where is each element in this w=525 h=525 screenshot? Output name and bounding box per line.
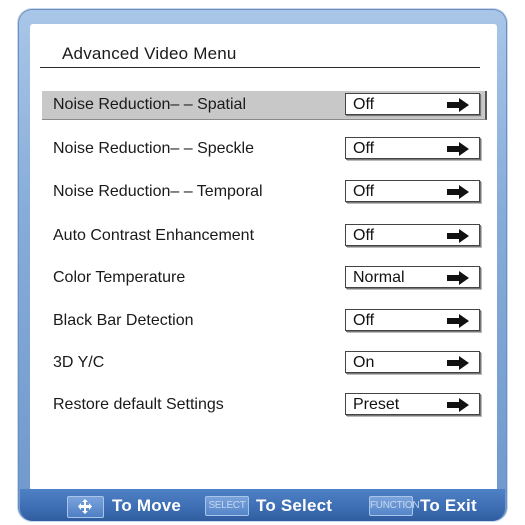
right-arrow-icon: [447, 271, 469, 285]
value-text: Off: [353, 96, 375, 113]
right-arrow-icon: [447, 398, 469, 412]
four-way-arrow-icon: [67, 496, 104, 518]
menu-item-restore-default-settings[interactable]: Restore default Settings Preset: [42, 391, 485, 419]
menu-item-label: 3D Y/C: [53, 354, 105, 371]
value-field[interactable]: Off: [345, 180, 480, 202]
menu-item-auto-contrast-enhancement[interactable]: Auto Contrast Enhancement Off: [42, 222, 485, 250]
value-text: Off: [353, 312, 375, 329]
menu-item-3d-yc[interactable]: 3D Y/C On: [42, 349, 485, 377]
right-arrow-icon: [447, 356, 469, 370]
value-text: Off: [353, 227, 375, 244]
menu-item-label: Auto Contrast Enhancement: [53, 227, 255, 244]
menu-item-label: Color Temperature: [53, 269, 186, 286]
menu-item-noise-reduction-temporal[interactable]: Noise Reduction– – Temporal Off: [42, 178, 485, 206]
select-hint: To Select: [256, 496, 333, 515]
menu-item-label: Restore default Settings: [53, 396, 224, 413]
move-hint: To Move: [112, 496, 182, 515]
menu-item-label: Black Bar Detection: [53, 312, 194, 329]
menu-item-black-bar-detection[interactable]: Black Bar Detection Off: [42, 307, 485, 335]
value-field[interactable]: Off: [345, 224, 480, 246]
menu-item-color-temperature[interactable]: Color Temperature Normal: [42, 264, 485, 292]
osd-screen: Advanced Video Menu Noise Reduction– – S…: [0, 0, 525, 525]
value-field[interactable]: On: [345, 351, 480, 373]
value-field[interactable]: Normal: [345, 266, 480, 288]
menu-item-label: Noise Reduction– – Temporal: [53, 183, 263, 200]
right-arrow-icon: [447, 314, 469, 328]
value-text: Preset: [353, 396, 400, 413]
menu-title: Advanced Video Menu: [62, 44, 237, 63]
advanced-video-menu-panel: Advanced Video Menu Noise Reduction– – S…: [30, 24, 497, 491]
value-field[interactable]: Preset: [345, 393, 480, 415]
value-text: On: [353, 354, 375, 371]
value-text: Normal: [353, 269, 405, 286]
menu-item-noise-reduction-spatial[interactable]: Noise Reduction– – Spatial Off: [42, 91, 487, 120]
right-arrow-icon: [447, 185, 469, 199]
value-text: Off: [353, 183, 375, 200]
value-text: Off: [353, 140, 375, 157]
right-arrow-icon: [447, 229, 469, 243]
menu-item-label: Noise Reduction– – Speckle: [53, 140, 255, 157]
right-arrow-icon: [447, 142, 469, 156]
select-key-label: SELECT: [205, 496, 249, 516]
value-field[interactable]: Off: [345, 309, 480, 331]
value-field[interactable]: Off: [345, 137, 480, 159]
menu-item-noise-reduction-speckle[interactable]: Noise Reduction– – Speckle Off: [42, 135, 485, 163]
function-key-label: FUNCTION: [369, 496, 420, 516]
value-field[interactable]: Off: [345, 93, 480, 115]
right-arrow-icon: [447, 98, 469, 112]
footer-hint-bar: To Move SELECT To Select FUNCTION To Exi…: [20, 489, 505, 521]
menu-item-label: Noise Reduction– – Spatial: [53, 96, 247, 113]
exit-hint: To Exit: [420, 496, 477, 515]
title-divider: [40, 67, 480, 68]
